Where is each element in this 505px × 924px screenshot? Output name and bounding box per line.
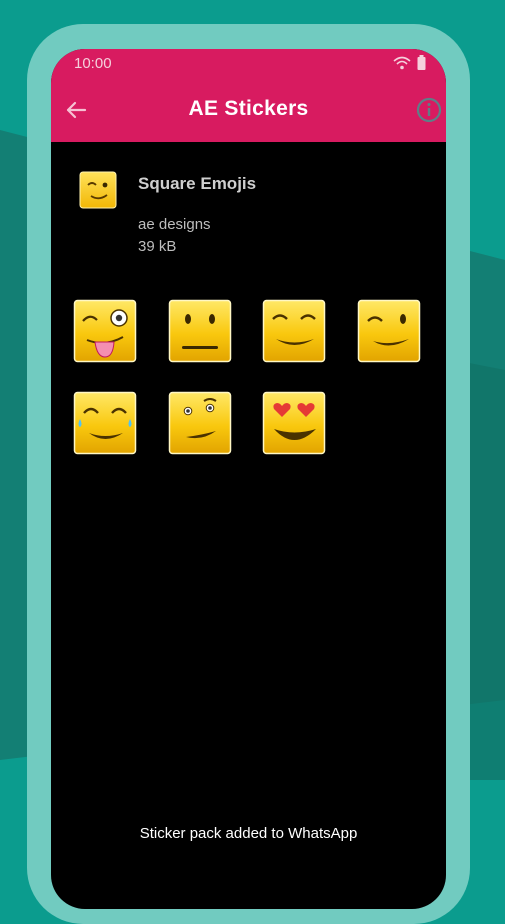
app-title: AE Stickers <box>188 97 309 120</box>
battery-icon <box>417 55 426 70</box>
app-bar: 10:00 AE Stickers <box>51 49 446 142</box>
info-icon[interactable] <box>416 97 442 123</box>
sticker-raised-eyebrow-emoji[interactable] <box>168 391 232 455</box>
sticker-wink-smile-emoji[interactable] <box>357 299 421 363</box>
phone-screen: 10:00 AE Stickers Square Emojis ae desig… <box>51 49 446 909</box>
sticker-tears-of-joy-emoji[interactable] <box>73 391 137 455</box>
wifi-icon <box>393 56 411 69</box>
pack-size: 39 kB <box>138 238 177 255</box>
status-icons <box>393 55 426 70</box>
pack-name: Square Emojis <box>138 174 257 193</box>
sticker-content-smile-emoji[interactable] <box>262 299 326 363</box>
status-time: 10:00 <box>74 55 112 72</box>
pack-tray-icon <box>79 171 117 209</box>
sticker-heart-eyes-emoji[interactable] <box>262 391 326 455</box>
toast-message: Sticker pack added to WhatsApp <box>139 825 358 842</box>
sticker-neutral-face-emoji[interactable] <box>168 299 232 363</box>
sticker-wink-tongue-emoji[interactable] <box>73 299 137 363</box>
pack-publisher: ae designs <box>138 216 211 233</box>
